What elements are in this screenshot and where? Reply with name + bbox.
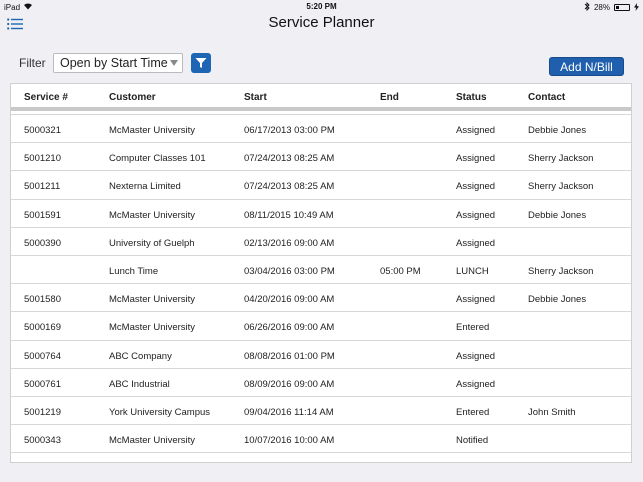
cell-end: 05:00 PM [380, 265, 421, 277]
battery-fill [616, 6, 619, 9]
table-row[interactable]: 5000321 McMaster University 06/17/2013 0… [11, 115, 631, 144]
cell-contact: Debbie Jones [528, 294, 587, 306]
cell-contact: Debbie Jones [528, 209, 587, 221]
cell-customer: Lunch Time [109, 265, 159, 277]
cell-contact: Sherry Jackson [528, 181, 594, 193]
table-row[interactable]: 5000169 McMaster University 06/26/2016 0… [11, 312, 631, 341]
status-time: 5:20 PM [306, 2, 337, 11]
cell-customer: McMaster University [109, 322, 196, 334]
cell-service-number: 5000761 [24, 378, 61, 390]
cell-start: 09/04/2016 11:14 AM [244, 406, 334, 418]
cell-status: Assigned [456, 350, 496, 362]
cell-customer: York University Campus [109, 406, 211, 418]
cell-service-number: 5000343 [24, 435, 61, 447]
table-row[interactable]: 5001211 Nexterna Limited 07/24/2013 08:2… [11, 171, 631, 200]
cell-status: Notified [456, 435, 489, 447]
cell-service-number: 5000764 [24, 350, 61, 362]
table-row[interactable]: 5001591 McMaster University 08/11/2015 1… [11, 200, 631, 228]
cell-status: Entered [456, 322, 490, 334]
filter-button[interactable] [191, 53, 211, 73]
chevron-down-icon [170, 60, 178, 66]
cell-service-number: 5001211 [24, 181, 61, 193]
cell-start: 08/09/2016 09:00 AM [244, 378, 335, 390]
battery-percent: 28% [593, 3, 610, 12]
service-table: Service # Customer Start End Status Cont… [10, 83, 632, 463]
cell-start: 07/24/2013 08:25 AM [244, 181, 335, 193]
cell-status: Assigned [456, 125, 496, 136]
table-body: 5000321 McMaster University 06/17/2013 0… [11, 114, 631, 454]
cell-customer: McMaster University [109, 294, 196, 306]
table-row[interactable]: 5001210 Computer Classes 101 07/24/2013 … [11, 143, 631, 172]
cell-status: Assigned [456, 294, 496, 306]
cell-status: Entered [456, 406, 490, 418]
cell-start: 08/08/2016 01:00 PM [244, 350, 335, 362]
cell-status: Assigned [456, 237, 496, 249]
table-row[interactable]: 5000761 ABC Industrial 08/09/2016 09:00 … [11, 369, 631, 397]
cell-contact: Sherry Jackson [528, 265, 594, 277]
add-nbill-button[interactable]: Add N/Bill [549, 57, 624, 76]
cell-service-number: 5001210 [24, 153, 61, 165]
filter-dropdown[interactable]: Open by Start Time [53, 53, 183, 73]
cell-customer: McMaster University [109, 125, 196, 136]
cell-service-number: 5000321 [24, 125, 61, 136]
cell-service-number: 5000390 [24, 237, 61, 249]
cell-start: 06/26/2016 09:00 AM [244, 322, 335, 334]
cell-customer: ABC Industrial [109, 378, 170, 390]
cell-status: LUNCH [456, 265, 489, 277]
cell-service-number: 5001219 [24, 406, 61, 418]
table-row[interactable]: Lunch Time 03/04/2016 03:00 PM 05:00 PM … [11, 256, 631, 285]
cell-start: 02/13/2016 09:00 AM [244, 237, 335, 249]
cell-customer: Nexterna Limited [109, 181, 181, 193]
table-row[interactable]: 5001580 McMaster University 04/20/2016 0… [11, 284, 631, 313]
cell-start: 10/07/2016 10:00 AM [244, 435, 335, 447]
table-row[interactable]: 5000343 McMaster University 10/07/2016 1… [11, 425, 631, 454]
page-title: Service Planner [268, 14, 375, 31]
cell-start: 06/17/2013 03:00 PM [244, 125, 335, 136]
cell-customer: Computer Classes 101 [109, 153, 206, 165]
table-row[interactable]: 5001219 York University Campus 09/04/201… [11, 397, 631, 426]
cell-contact: Debbie Jones [528, 125, 587, 136]
cell-start: 03/04/2016 03:00 PM [244, 265, 335, 277]
cell-customer: ABC Company [109, 350, 172, 362]
cell-start: 04/20/2016 09:00 AM [244, 294, 335, 306]
header-status[interactable]: Status [456, 92, 487, 103]
table-header: Service # Customer Start End Status Cont… [11, 84, 631, 111]
status-right: 28% [584, 1, 639, 13]
cell-service-number: 5001580 [24, 294, 61, 306]
header-contact[interactable]: Contact [528, 92, 565, 103]
cell-service-number: 5000169 [24, 322, 61, 334]
cell-customer: University of Guelph [109, 237, 195, 249]
cell-start: 08/11/2015 10:49 AM [244, 209, 334, 221]
cell-service-number: 5001591 [24, 209, 61, 221]
cell-contact: Sherry Jackson [528, 153, 594, 165]
funnel-icon [195, 58, 207, 68]
cell-status: Assigned [456, 181, 496, 193]
cell-customer: McMaster University [109, 435, 196, 447]
battery-icon [614, 4, 630, 11]
filter-selected-value: Open by Start Time [60, 56, 168, 70]
header-service-number[interactable]: Service # [24, 92, 68, 103]
bluetooth-icon [584, 1, 590, 13]
table-row[interactable]: 5000764 ABC Company 08/08/2016 01:00 PM … [11, 341, 631, 369]
filter-label: Filter [19, 56, 46, 70]
cell-contact: John Smith [528, 406, 576, 418]
cell-status: Assigned [456, 153, 496, 165]
header-customer[interactable]: Customer [109, 92, 156, 103]
charging-icon [634, 2, 639, 13]
header-end[interactable]: End [380, 92, 399, 103]
navigation-bar: Service Planner [0, 14, 643, 38]
table-row[interactable]: 5000390 University of Guelph 02/13/2016 … [11, 228, 631, 256]
cell-customer: McMaster University [109, 209, 196, 221]
cell-start: 07/24/2013 08:25 AM [244, 153, 335, 165]
cell-status: Assigned [456, 209, 496, 221]
header-start[interactable]: Start [244, 92, 267, 103]
status-bar: iPad 5:20 PM 28% [0, 0, 643, 14]
cell-status: Assigned [456, 378, 496, 390]
